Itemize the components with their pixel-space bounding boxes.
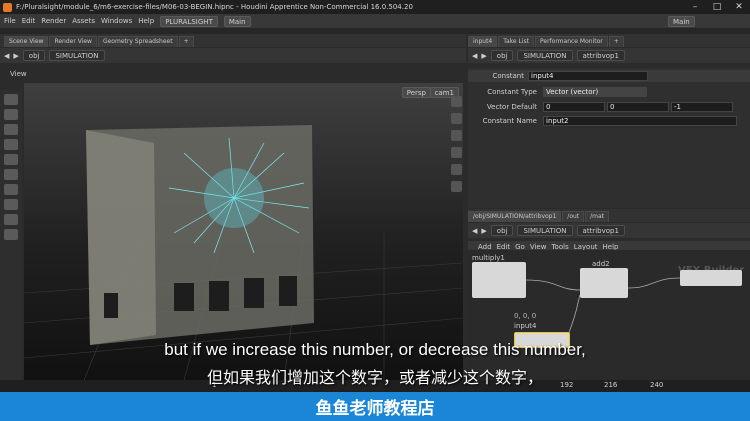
path-node[interactable]: SIMULATION: [517, 50, 573, 61]
input4-label: input4: [514, 322, 537, 330]
light-icon[interactable]: [450, 181, 462, 192]
constant-name-label: Constant Name: [482, 116, 537, 125]
tab-mat[interactable]: /mat: [585, 211, 610, 222]
tab-performance-monitor[interactable]: Performance Monitor: [534, 36, 608, 47]
tab-network[interactable]: /obj/SIMULATION/attribvop1: [468, 211, 562, 222]
view-label: View: [10, 70, 27, 78]
constant-name-row: Constant Name input2: [468, 115, 750, 126]
path-context[interactable]: obj: [490, 50, 514, 61]
ghost-icon[interactable]: [450, 130, 462, 141]
vector-y-field[interactable]: 0: [607, 101, 669, 112]
tab-parameters[interactable]: input4: [468, 36, 498, 47]
building-wireframe: [86, 125, 314, 345]
path-node-2[interactable]: attribvop1: [576, 50, 625, 61]
select-tool-icon[interactable]: [4, 94, 18, 105]
handle-tool-icon[interactable]: [4, 154, 18, 165]
snap-tool-icon[interactable]: [4, 214, 18, 225]
persp-button[interactable]: Persp: [401, 87, 431, 98]
close-icon[interactable]: ✕: [728, 0, 750, 14]
window-controls: – □ ✕: [684, 0, 750, 14]
subtitle-chinese: 但如果我们增加这个数字，或者减少这个数字，: [206, 368, 543, 387]
back-icon[interactable]: ◀: [472, 227, 477, 235]
forward-icon[interactable]: ▶: [13, 52, 18, 60]
left-pane-tabs: Scene View Render View Geometry Spreadsh…: [0, 34, 466, 47]
wireframe-icon[interactable]: [450, 164, 462, 175]
add-node[interactable]: add2: [580, 260, 628, 298]
path-node[interactable]: SIMULATION: [49, 50, 105, 61]
magnet-tool-icon[interactable]: [4, 199, 18, 210]
tab-geometry-spreadsheet[interactable]: Geometry Spreadsheet: [97, 36, 178, 47]
forward-icon[interactable]: ▶: [481, 52, 486, 60]
vector-z-field[interactable]: -1: [671, 101, 733, 112]
output-node[interactable]: [680, 270, 742, 286]
network-path-bar: ◀ ▶ obj SIMULATION attribvop1: [468, 223, 750, 238]
menu-bar: File Edit Render Assets Windows Help PLU…: [0, 14, 750, 28]
menu-windows[interactable]: Windows: [101, 17, 132, 25]
tab-out[interactable]: /out: [562, 211, 585, 222]
title-bar: F:/Pluralsight/module_6/m6-exercise-file…: [0, 0, 750, 14]
rotate-tool-icon[interactable]: [4, 124, 18, 135]
light-tool-icon[interactable]: [4, 229, 18, 240]
network-editor[interactable]: VEX Builder multiply1 add2 0, 0, 0 input…: [468, 250, 750, 380]
path-node[interactable]: SIMULATION: [517, 225, 573, 236]
constant-type-row: Constant Type Vector (vector): [468, 86, 750, 97]
maximize-icon[interactable]: □: [706, 0, 728, 14]
node-type-label: Constant: [492, 72, 524, 80]
banner: 鱼鱼老师教程店: [0, 392, 750, 421]
move-tool-icon[interactable]: [4, 109, 18, 120]
add-right-tab-button[interactable]: +: [608, 36, 624, 47]
tab-render-view[interactable]: Render View: [49, 36, 97, 47]
right-path-bar: ◀ ▶ obj SIMULATION attribvop1: [468, 48, 750, 63]
add-tab-button[interactable]: +: [178, 36, 194, 47]
constant-name-field[interactable]: input2: [543, 115, 737, 126]
path-context[interactable]: obj: [490, 225, 514, 236]
scale-tool-icon[interactable]: [4, 139, 18, 150]
node-name-field[interactable]: input4: [528, 71, 648, 81]
menu-render[interactable]: Render: [41, 17, 66, 25]
brand-chip[interactable]: PLURALSIGHT: [160, 15, 218, 27]
tab-take-list[interactable]: Take List: [498, 36, 534, 47]
parm-header: Constant input4: [468, 70, 750, 82]
back-icon[interactable]: ◀: [472, 52, 477, 60]
right-pane-tabs: input4 Take List Performance Monitor +: [468, 34, 750, 47]
parameter-editor: Constant input4 Constant Type Vector (ve…: [468, 68, 750, 208]
viewport-display-toolbar: [448, 90, 464, 290]
constant-type-select[interactable]: Vector (vector): [543, 86, 647, 97]
path-context[interactable]: obj: [22, 50, 46, 61]
tab-scene-view[interactable]: Scene View: [4, 36, 49, 47]
viewport[interactable]: Persp cam1: [24, 83, 463, 380]
vector-x-field[interactable]: 0: [543, 101, 605, 112]
menu-file[interactable]: File: [4, 17, 16, 25]
multiply-node[interactable]: multiply1: [472, 254, 526, 298]
input4-value: 0, 0, 0: [514, 312, 537, 320]
constant-type-label: Constant Type: [487, 87, 537, 96]
menu-edit[interactable]: Edit: [22, 17, 36, 25]
vector-default-label: Vector Default: [486, 102, 537, 111]
forward-icon[interactable]: ▶: [481, 227, 486, 235]
back-icon[interactable]: ◀: [4, 52, 9, 60]
houdini-icon: [3, 2, 12, 12]
pose-tool-icon[interactable]: [4, 169, 18, 180]
camera-tool-icon[interactable]: [4, 184, 18, 195]
desktop-select-left[interactable]: Main: [223, 15, 251, 27]
subtitle-english: but if we increase this number, or decre…: [164, 340, 586, 359]
left-path-bar: ◀ ▶ obj SIMULATION: [0, 48, 466, 63]
shading-icon[interactable]: [450, 147, 462, 158]
minimize-icon[interactable]: –: [684, 0, 706, 14]
left-toolbar: [0, 90, 22, 380]
path-node-2[interactable]: attribvop1: [576, 225, 625, 236]
vector-default-row: Vector Default 0 0 -1: [468, 101, 750, 112]
viewport-scene: [24, 125, 463, 380]
desktop-select-right[interactable]: Main: [668, 15, 695, 27]
menu-assets[interactable]: Assets: [72, 17, 95, 25]
network-tabs: /obj/SIMULATION/attribvop1 /out /mat: [468, 209, 750, 222]
display-option-icon[interactable]: [450, 96, 462, 107]
lock-icon[interactable]: [450, 113, 462, 124]
menu-help[interactable]: Help: [138, 17, 154, 25]
window-title: F:/Pluralsight/module_6/m6-exercise-file…: [16, 3, 413, 11]
